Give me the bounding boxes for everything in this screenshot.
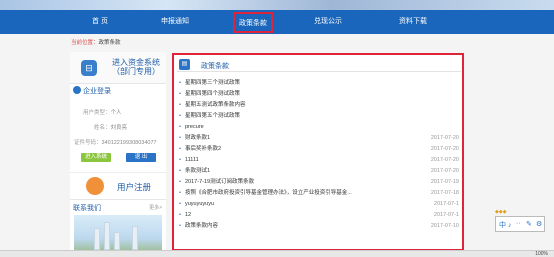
contact-section: 联系我们 更多> bbox=[70, 199, 166, 257]
list-item[interactable]: 2017-7-19测试订阅政策条款2017-07-19 bbox=[179, 177, 460, 188]
user-type-row: 用户类型：个人 bbox=[83, 110, 122, 116]
register-link[interactable]: 用户注册 bbox=[70, 172, 166, 199]
logout-button[interactable]: 退 出 bbox=[126, 153, 156, 162]
system-title-line2: （部门专用） bbox=[112, 67, 160, 76]
nav-notice[interactable]: 申报通知 bbox=[152, 10, 198, 34]
system-icon: ⊟ bbox=[81, 60, 97, 76]
header-banner bbox=[0, 0, 554, 10]
settings-icon[interactable]: ✎ bbox=[526, 220, 532, 228]
user-icon bbox=[73, 86, 81, 94]
list-item[interactable]: 政策条款内容2017-07-10 bbox=[179, 221, 460, 232]
list-item[interactable]: precure bbox=[179, 122, 460, 133]
building bbox=[94, 228, 100, 250]
list-item[interactable]: 星期四第五个测试政策 bbox=[179, 111, 460, 122]
list-item[interactable]: yuyuyuyuyu2017-07-1 bbox=[179, 199, 460, 210]
enter-system-button[interactable]: 进入系统 bbox=[81, 153, 111, 162]
list-item[interactable]: 星期五测试政策条款内容 bbox=[179, 100, 460, 111]
list-item[interactable]: 条款测试12017-07-20 bbox=[179, 166, 460, 177]
status-bar: 100% bbox=[0, 250, 554, 257]
ime-mode-label[interactable]: 中 ♪ bbox=[499, 220, 511, 230]
panel-title: 政策条款 bbox=[201, 63, 229, 70]
nav-downloads[interactable]: 资料下载 bbox=[390, 10, 436, 34]
ime-indicator: ◆◆◆ bbox=[495, 209, 507, 215]
punctuation-icon[interactable]: ·· bbox=[516, 220, 521, 227]
list-item[interactable]: 按照《合肥市政府投资引导基金管理办法》，设立产业投资引导基金...2017-07… bbox=[179, 188, 460, 199]
contact-more-link[interactable]: 更多> bbox=[149, 204, 162, 211]
breadcrumb-prefix: 当前位置： bbox=[71, 40, 99, 46]
building bbox=[114, 232, 120, 250]
system-title: 进入资金系统 （部门专用） bbox=[108, 58, 164, 76]
register-label: 用户注册 bbox=[117, 182, 152, 192]
list-item[interactable]: 122017-07-1 bbox=[179, 210, 460, 221]
main-nav: 首 页 申报通知 政策条款 兑现公示 资料下载 bbox=[0, 10, 554, 34]
contact-header: 联系我们 bbox=[73, 205, 101, 212]
nav-policy[interactable]: 政策条款 bbox=[233, 12, 273, 33]
building bbox=[104, 222, 110, 250]
list-item[interactable]: 财政条款12017-07-20 bbox=[179, 133, 460, 144]
list-item[interactable]: 111112017-07-20 bbox=[179, 155, 460, 166]
nav-publicity[interactable]: 兑现公示 bbox=[305, 10, 351, 34]
menu-icon[interactable]: ⚙ bbox=[536, 220, 542, 228]
system-title-line1: 进入资金系统 bbox=[112, 58, 160, 67]
zoom-level[interactable]: 100% bbox=[535, 251, 548, 257]
list-item[interactable]: 星期四第三个测试政策 bbox=[179, 78, 460, 89]
panel-header: ▤ 政策条款 bbox=[177, 58, 461, 72]
login-header: 企业登录 bbox=[73, 86, 111, 98]
breadcrumb-current: 政策条款 bbox=[98, 40, 121, 46]
list-item[interactable]: 星期四第四个测试政策 bbox=[179, 89, 460, 100]
policy-panel: ▤ 政策条款 星期四第三个测试政策 星期四第四个测试政策 星期五测试政策条款内容… bbox=[172, 53, 464, 251]
id-row: 证件号码：340122199308034077 bbox=[74, 140, 157, 146]
list-item[interactable]: 事后奖补条款22017-07-20 bbox=[179, 144, 460, 155]
name-row: 姓名：刘良亮 bbox=[94, 125, 128, 131]
building bbox=[132, 226, 138, 250]
document-icon: ▤ bbox=[179, 59, 190, 70]
policy-list: 星期四第三个测试政策 星期四第四个测试政策 星期五测试政策条款内容 星期四第五个… bbox=[179, 78, 460, 232]
breadcrumb: 当前位置：政策条款 bbox=[71, 38, 121, 46]
funding-system-link[interactable]: ⊟ 进入资金系统 （部门专用） bbox=[70, 52, 166, 84]
nav-home[interactable]: 首 页 bbox=[80, 10, 120, 34]
register-icon bbox=[86, 177, 104, 195]
ime-toolbar[interactable]: 中 ♪ ·· ✎ ⚙ bbox=[495, 216, 545, 232]
